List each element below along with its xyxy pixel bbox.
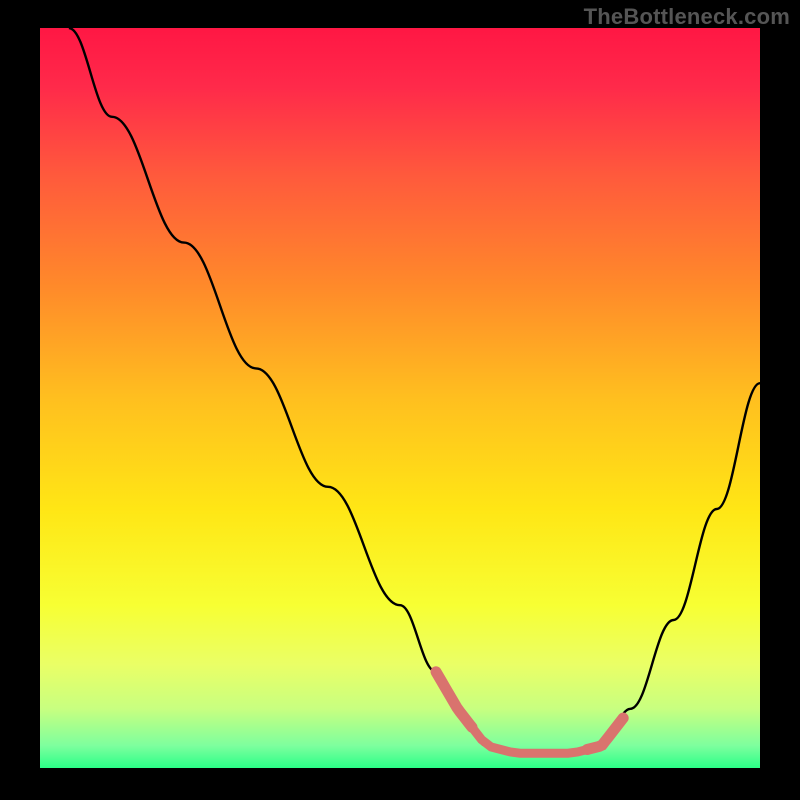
flat-region-main-icon — [472, 727, 587, 753]
flat-region-left-icon — [436, 672, 472, 728]
flat-region-right-icon — [587, 718, 623, 749]
chart-plot-area — [40, 28, 760, 768]
bottleneck-curve — [40, 28, 760, 768]
chart-frame: TheBottleneck.com — [0, 0, 800, 800]
watermark-label: TheBottleneck.com — [584, 4, 790, 30]
curve-line-icon — [69, 28, 760, 753]
